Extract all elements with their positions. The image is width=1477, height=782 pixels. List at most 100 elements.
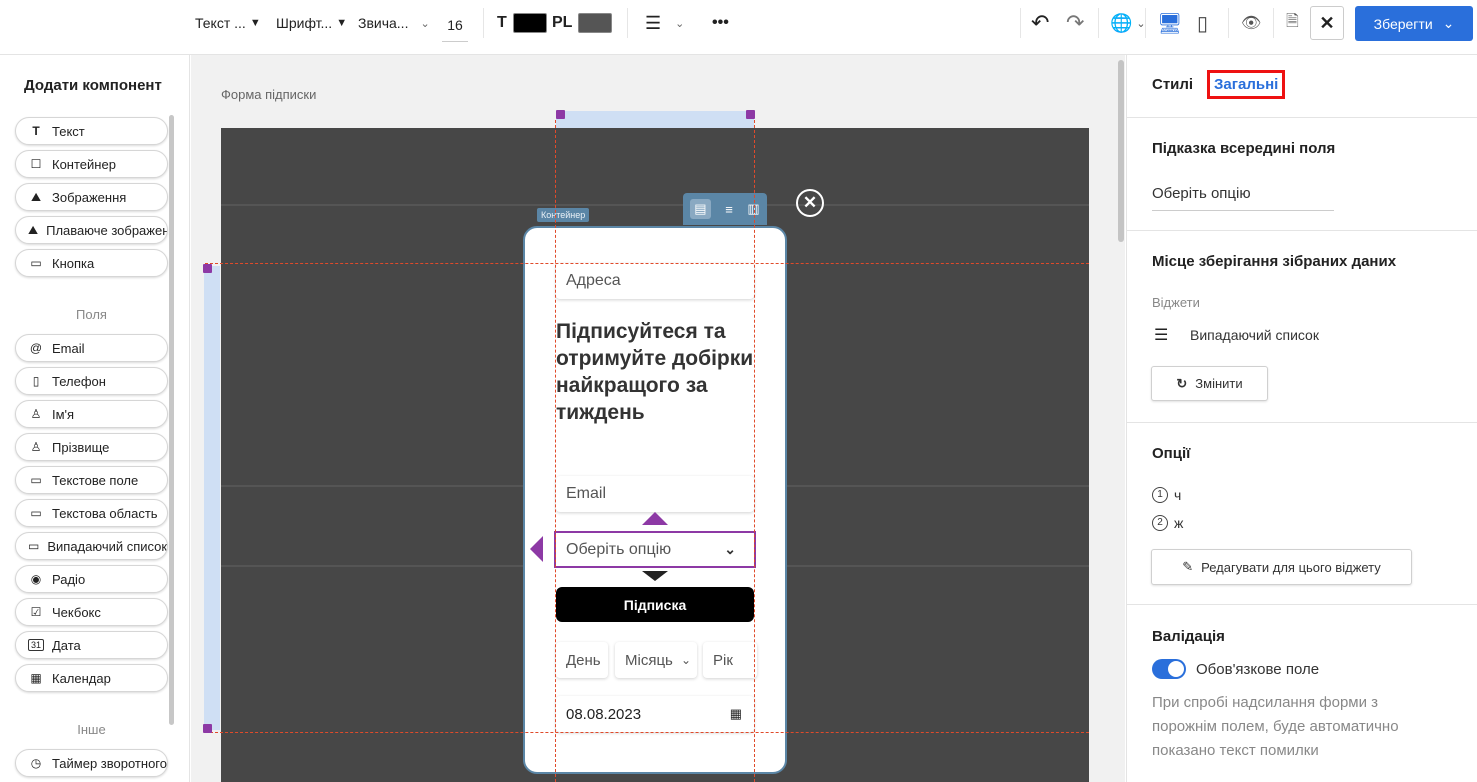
weight-label: Звича... <box>358 15 409 31</box>
hint-title: Підказка всередині поля <box>1152 140 1336 157</box>
preview-button[interactable]: 👁 <box>1241 0 1261 46</box>
sidebar-scrollbar[interactable] <box>169 115 174 725</box>
close-button[interactable]: ✕ <box>1310 6 1344 40</box>
tab-styles[interactable]: Стилі <box>1152 76 1193 93</box>
checkbox-icon: ☑ <box>30 605 42 619</box>
widget-name: Випадаючий список <box>1190 327 1319 343</box>
component-first-name[interactable]: ♙ Ім'я <box>15 400 168 428</box>
component-last-name[interactable]: ♙ Прізвище <box>15 433 168 461</box>
component-label: Зображення <box>52 189 127 205</box>
component-checkbox[interactable]: ☑ Чекбокс <box>15 598 168 626</box>
component-text-area[interactable]: ▭ Текстова область <box>15 499 168 527</box>
notes-button[interactable]: 🗎 <box>1286 0 1299 46</box>
chevron-down-icon: ⌄ <box>1442 15 1455 31</box>
select-field[interactable]: Оберіть опцію ⌄ <box>554 531 756 568</box>
language-dropdown[interactable]: 🌐 ⌄ <box>1110 0 1146 46</box>
resize-handle-bottom-icon[interactable] <box>642 571 668 581</box>
document-icon: 🗎 <box>1286 12 1299 30</box>
undo-icon: ↶ <box>1031 10 1050 35</box>
form-heading[interactable]: Підписуйтеся та отримуйте добірки найкра… <box>556 318 756 426</box>
resize-handle-top-icon[interactable] <box>642 512 668 525</box>
settings-panel: Стилі Загальні Підказка всередині поля О… <box>1126 55 1477 782</box>
mobile-view-button[interactable]: ▯ <box>1197 0 1208 46</box>
calendar-icon: ▦ <box>30 671 42 685</box>
divider <box>1145 8 1146 38</box>
canvas-scrollbar[interactable] <box>1118 60 1124 242</box>
calendar-icon[interactable]: ▦ <box>730 706 742 722</box>
selection-handle[interactable] <box>556 110 565 119</box>
component-button[interactable]: ▭ Кнопка <box>15 249 168 277</box>
year-field[interactable]: Рік <box>703 642 757 678</box>
component-label: Текстове поле <box>52 472 139 488</box>
required-toggle[interactable] <box>1152 659 1186 679</box>
font-dropdown[interactable]: Шрифт... ▼ <box>276 0 347 46</box>
component-email[interactable]: @ Email <box>15 334 168 362</box>
storage-section: Місце зберігання зібраних даних Віджети … <box>1127 231 1477 423</box>
component-countdown-timer[interactable]: ◷ Таймер зворотного <box>15 749 168 777</box>
email-field[interactable]: Email <box>556 476 754 512</box>
fields-group-label: Поля <box>76 307 107 322</box>
close-container-icon[interactable]: ✕ <box>796 189 824 217</box>
resize-handle-left-icon[interactable] <box>530 536 543 562</box>
address-field[interactable]: Адреса <box>556 263 754 299</box>
left-padding-highlight <box>204 266 220 730</box>
option-label: ч <box>1174 487 1182 503</box>
tab-general[interactable]: Загальні <box>1207 70 1286 99</box>
component-floating-image[interactable]: ⛰ Плаваюче зображення <box>15 216 168 244</box>
lang-color-swatch <box>578 13 613 33</box>
more-button[interactable]: ••• <box>712 0 729 46</box>
day-field[interactable]: День <box>556 642 608 678</box>
form-name-label: Форма підписки <box>221 87 317 102</box>
align-left-icon[interactable]: ▤ <box>690 199 711 219</box>
grid-line <box>221 204 1089 206</box>
subscribe-button[interactable]: Підписка <box>556 587 754 622</box>
guide-line <box>205 263 1089 264</box>
align-center-icon[interactable]: ≡ <box>725 202 733 217</box>
component-label: Таймер зворотного <box>51 755 167 771</box>
date-field[interactable]: 08.08.2023 ▦ <box>556 696 754 732</box>
save-button[interactable]: Зберегти ⌄ <box>1355 6 1473 41</box>
desktop-view-button[interactable]: 🖥 <box>1157 0 1182 46</box>
sidebar-title: Додати компонент <box>24 77 162 94</box>
top-toolbar: Текст ... ▼ Шрифт... ▼ Звича... ⌄ 16 T PL ☰… <box>0 0 1477 55</box>
address-placeholder: Адреса <box>566 272 621 289</box>
component-container[interactable]: ☐ Контейнер <box>15 150 168 178</box>
chevron-down-icon: ▼ <box>336 17 348 29</box>
save-label: Зберегти <box>1373 15 1433 32</box>
date-value: 08.08.2023 <box>566 705 642 723</box>
at-icon: @ <box>29 341 43 355</box>
font-size-input[interactable]: 16 <box>442 8 468 42</box>
component-dropdown[interactable]: ▭ Випадаючий список <box>15 532 168 560</box>
change-button[interactable]: ↻ Змінити <box>1151 366 1268 401</box>
lang-color-picker[interactable]: PL <box>552 0 613 46</box>
weight-dropdown[interactable]: Звича... ⌄ <box>358 0 430 46</box>
date-icon: 31 <box>28 639 44 651</box>
edit-widget-button[interactable]: ✎ Редагувати для цього віджету <box>1151 549 1412 585</box>
close-icon: ✕ <box>1319 12 1335 33</box>
undo-button[interactable]: ↶ <box>1031 0 1049 46</box>
component-phone[interactable]: ▯ Телефон <box>15 367 168 395</box>
redo-button[interactable]: ↷ <box>1066 0 1084 46</box>
text-style-dropdown[interactable]: Текст ... ▼ <box>195 0 261 46</box>
component-date[interactable]: 31 Дата <box>15 631 168 659</box>
component-radio[interactable]: ◉ Радіо <box>15 565 168 593</box>
validation-title: Валідація <box>1152 628 1225 645</box>
hint-section: Підказка всередині поля Оберіть опцію <box>1127 118 1477 231</box>
divider <box>1098 8 1099 38</box>
text-field-icon: ▭ <box>30 473 42 487</box>
selection-handle[interactable] <box>203 724 212 733</box>
selection-handle[interactable] <box>203 264 212 273</box>
component-text[interactable]: T Текст <box>15 117 168 145</box>
component-text-field[interactable]: ▭ Текстове поле <box>15 466 168 494</box>
chevron-down-icon: ⌄ <box>724 541 736 557</box>
edit-widget-label: Редагувати для цього віджету <box>1201 559 1381 575</box>
text-color-picker[interactable]: T <box>497 0 547 46</box>
component-calendar[interactable]: ▦ Календар <box>15 664 168 692</box>
component-image[interactable]: ⛰ Зображення <box>15 183 168 211</box>
month-field[interactable]: Місяць ⌄ <box>615 642 697 678</box>
align-dropdown[interactable]: ☰ ⌄ <box>645 0 684 46</box>
component-label: Текст <box>52 123 85 139</box>
hint-input[interactable]: Оберіть опцію <box>1152 185 1334 211</box>
selection-handle[interactable] <box>746 110 755 119</box>
required-label: Обов'язкове поле <box>1196 661 1320 678</box>
